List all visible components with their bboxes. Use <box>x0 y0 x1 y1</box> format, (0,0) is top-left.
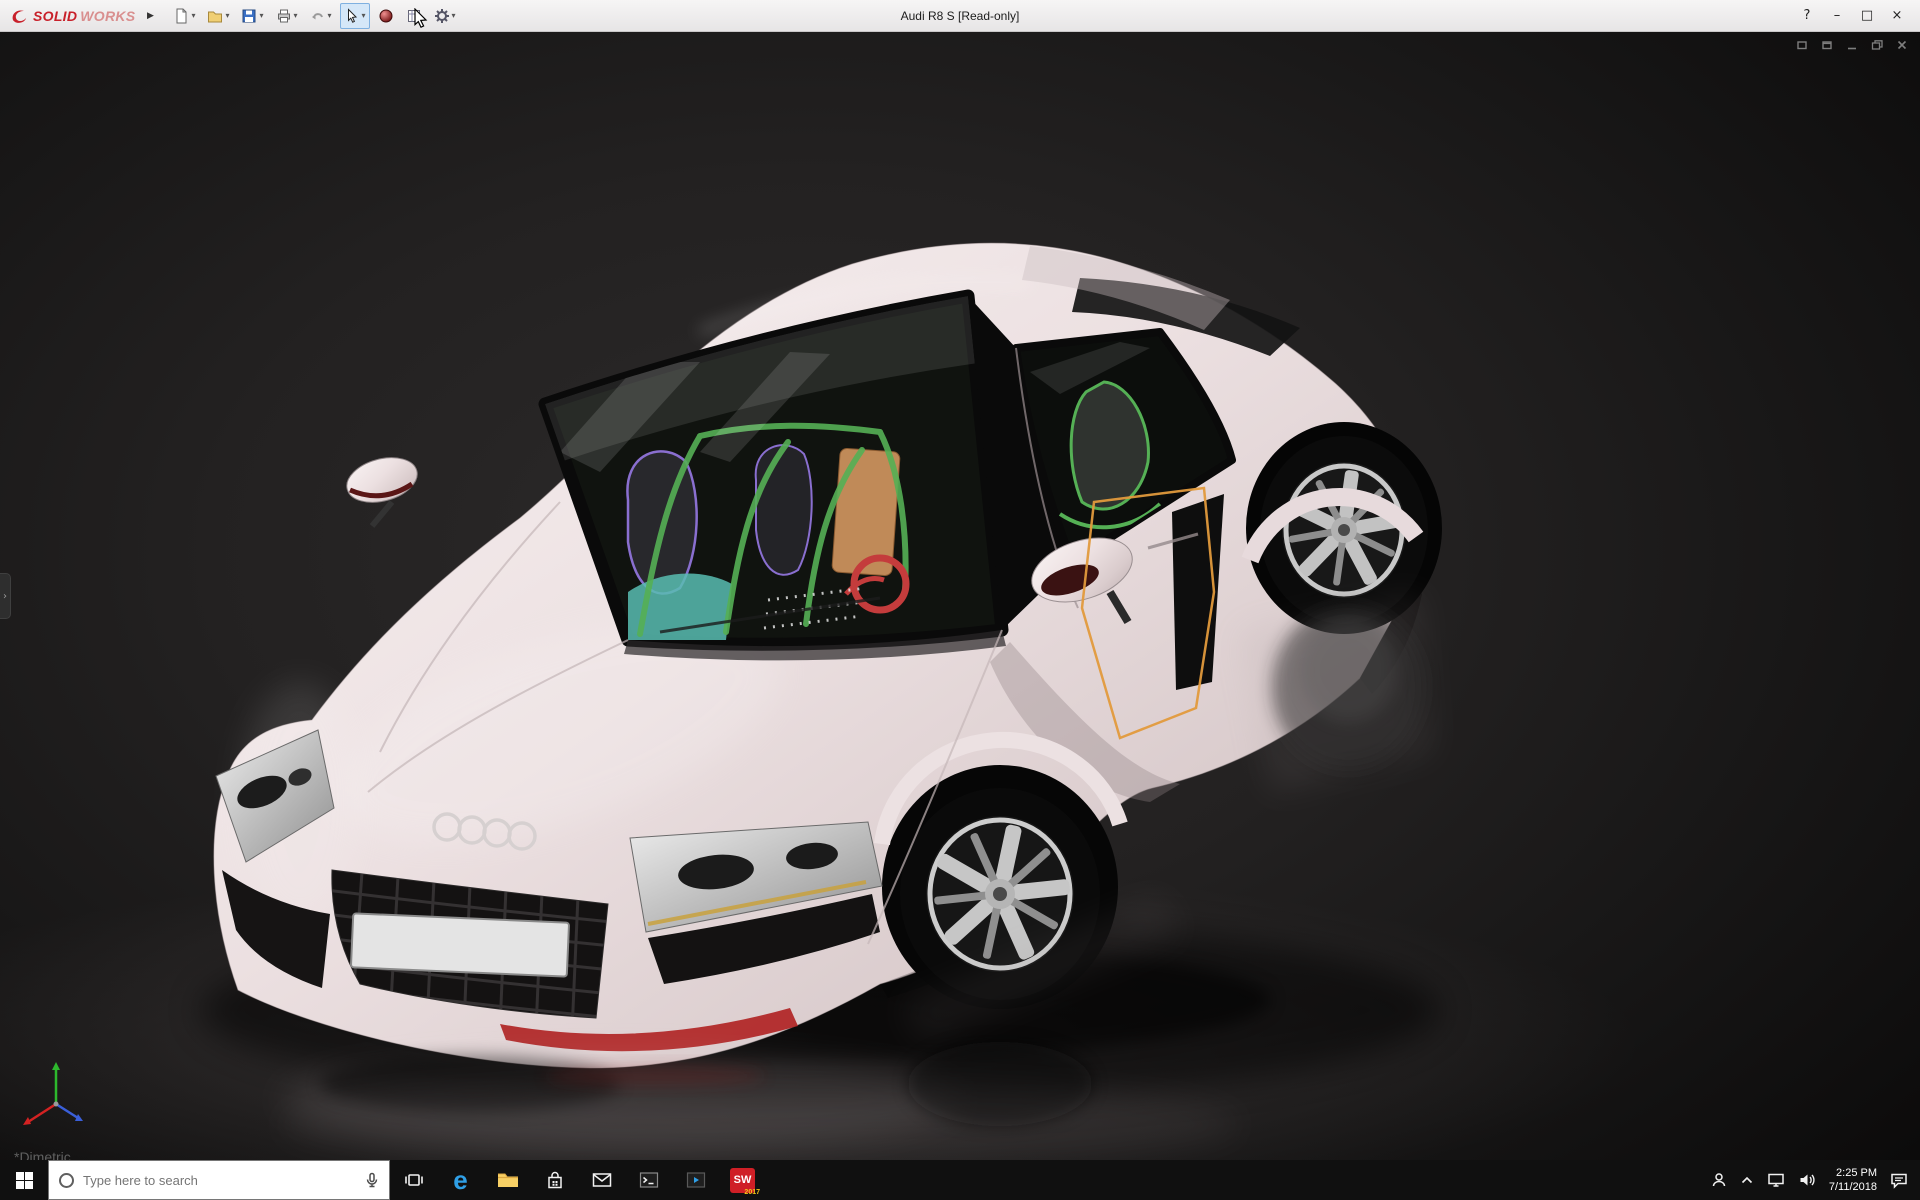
caret-down-icon: ▾ <box>361 11 366 20</box>
caret-down-icon: ▾ <box>293 11 298 20</box>
material-sphere-button[interactable] <box>374 3 398 29</box>
view-orientation-label: *Dimetric <box>14 1149 71 1160</box>
caret-down-icon: ▾ <box>225 11 230 20</box>
file-explorer-icon <box>497 1173 518 1187</box>
store-icon <box>547 1171 562 1188</box>
media-app-icon <box>686 1172 705 1188</box>
minimize-button[interactable]: – <box>1822 2 1852 30</box>
edge-button[interactable]: e <box>437 1160 484 1200</box>
action-center-button[interactable] <box>1890 1172 1908 1189</box>
sheet-button[interactable] <box>402 3 426 29</box>
panel-expand-tab[interactable]: › <box>0 573 11 619</box>
caret-down-icon: ▾ <box>259 11 264 20</box>
select-cursor-icon <box>347 7 357 23</box>
edge-icon: e <box>453 1165 468 1195</box>
search-input[interactable] <box>83 1172 356 1188</box>
orientation-triad-icon <box>23 1062 83 1125</box>
doc-window-icon[interactable] <box>1821 39 1833 51</box>
chevron-up-icon <box>1741 1176 1752 1184</box>
doc-window-icon[interactable] <box>1796 39 1808 51</box>
cortana-icon <box>59 1172 74 1188</box>
microphone-icon[interactable] <box>365 1172 379 1188</box>
app-titlebar: SOLID WORKS ▶ ▾ ▾ ▾ ▾ ▾ ▾ ▾ Audi R8 S [R… <box>0 0 1920 32</box>
license-plate <box>350 912 570 978</box>
network-icon <box>1768 1173 1784 1187</box>
window-controls: ? – □ × <box>1792 2 1920 30</box>
task-view-icon <box>404 1174 423 1186</box>
clock-date: 7/11/2018 <box>1828 1181 1877 1193</box>
caret-down-icon: ▾ <box>327 11 332 20</box>
help-button[interactable]: ? <box>1792 2 1822 30</box>
caret-down-icon: ▾ <box>191 11 196 20</box>
select-button[interactable]: ▾ <box>339 2 370 29</box>
open-icon <box>208 11 223 22</box>
solidworks-logo: SOLID WORKS <box>0 7 141 25</box>
options-gear-icon <box>434 8 449 23</box>
undo-button[interactable]: ▾ <box>306 3 336 29</box>
brand-solid: SOLID <box>33 7 78 24</box>
graphics-viewport: › *Dimetric <box>0 32 1920 1160</box>
start-button[interactable] <box>0 1160 48 1200</box>
print-button[interactable]: ▾ <box>272 3 302 29</box>
brand-works: WORKS <box>80 7 136 24</box>
print-icon <box>277 9 290 22</box>
system-tray: 2:25 PM 7/11/2018 <box>1711 1160 1920 1200</box>
taskbar-clock[interactable]: 2:25 PM 7/11/2018 <box>1829 1166 1877 1195</box>
network-button[interactable] <box>1767 1172 1785 1188</box>
people-icon <box>1712 1173 1726 1187</box>
pinned-apps: e SW 2017 <box>390 1160 766 1200</box>
quick-access-toolbar: ▾ ▾ ▾ ▾ ▾ ▾ ▾ <box>167 2 461 29</box>
windows-taskbar: e <box>0 1160 1920 1200</box>
document-window-controls <box>1796 39 1908 51</box>
volume-icon <box>1800 1174 1815 1186</box>
open-button[interactable]: ▾ <box>203 3 233 29</box>
3d-model-canvas[interactable] <box>0 32 1920 1160</box>
options-button[interactable]: ▾ <box>430 3 460 29</box>
material-sphere-icon <box>379 9 393 22</box>
file-explorer-button[interactable] <box>484 1160 531 1200</box>
solidworks-icon: SW 2017 <box>730 1167 760 1196</box>
new-document-icon <box>176 8 187 23</box>
toolbar-flyout-button[interactable]: ▶ <box>141 4 159 28</box>
solidworks-button[interactable]: SW 2017 <box>719 1160 766 1200</box>
maximize-button[interactable]: □ <box>1852 2 1882 30</box>
command-prompt-icon <box>639 1172 658 1188</box>
close-button[interactable]: × <box>1882 2 1912 30</box>
action-center-icon <box>1891 1173 1907 1189</box>
taskbar-search[interactable] <box>48 1160 390 1200</box>
doc-close-icon[interactable] <box>1896 39 1908 51</box>
dassault-swoosh-icon <box>12 9 26 23</box>
solidworks-year-label: 2017 <box>744 1188 760 1196</box>
mail-button[interactable] <box>578 1160 625 1200</box>
clock-time: 2:25 PM <box>1836 1166 1877 1179</box>
windows-logo-icon <box>15 1171 33 1189</box>
caret-down-icon: ▾ <box>451 11 456 20</box>
command-prompt-button[interactable] <box>625 1160 672 1200</box>
doc-minimize-icon[interactable] <box>1846 39 1858 51</box>
new-document-button[interactable]: ▾ <box>169 3 199 29</box>
mail-icon <box>592 1173 611 1187</box>
media-app-button[interactable] <box>672 1160 719 1200</box>
show-hidden-icons-button[interactable] <box>1740 1174 1754 1186</box>
undo-icon <box>311 12 323 19</box>
doc-restore-icon[interactable] <box>1871 39 1883 51</box>
left-mirror <box>346 457 418 528</box>
save-button[interactable]: ▾ <box>237 3 267 29</box>
sheet-icon <box>407 9 420 22</box>
people-button[interactable] <box>1711 1172 1727 1188</box>
store-button[interactable] <box>531 1160 578 1200</box>
save-icon <box>242 9 256 22</box>
volume-button[interactable] <box>1798 1172 1816 1188</box>
task-view-button[interactable] <box>390 1160 437 1200</box>
